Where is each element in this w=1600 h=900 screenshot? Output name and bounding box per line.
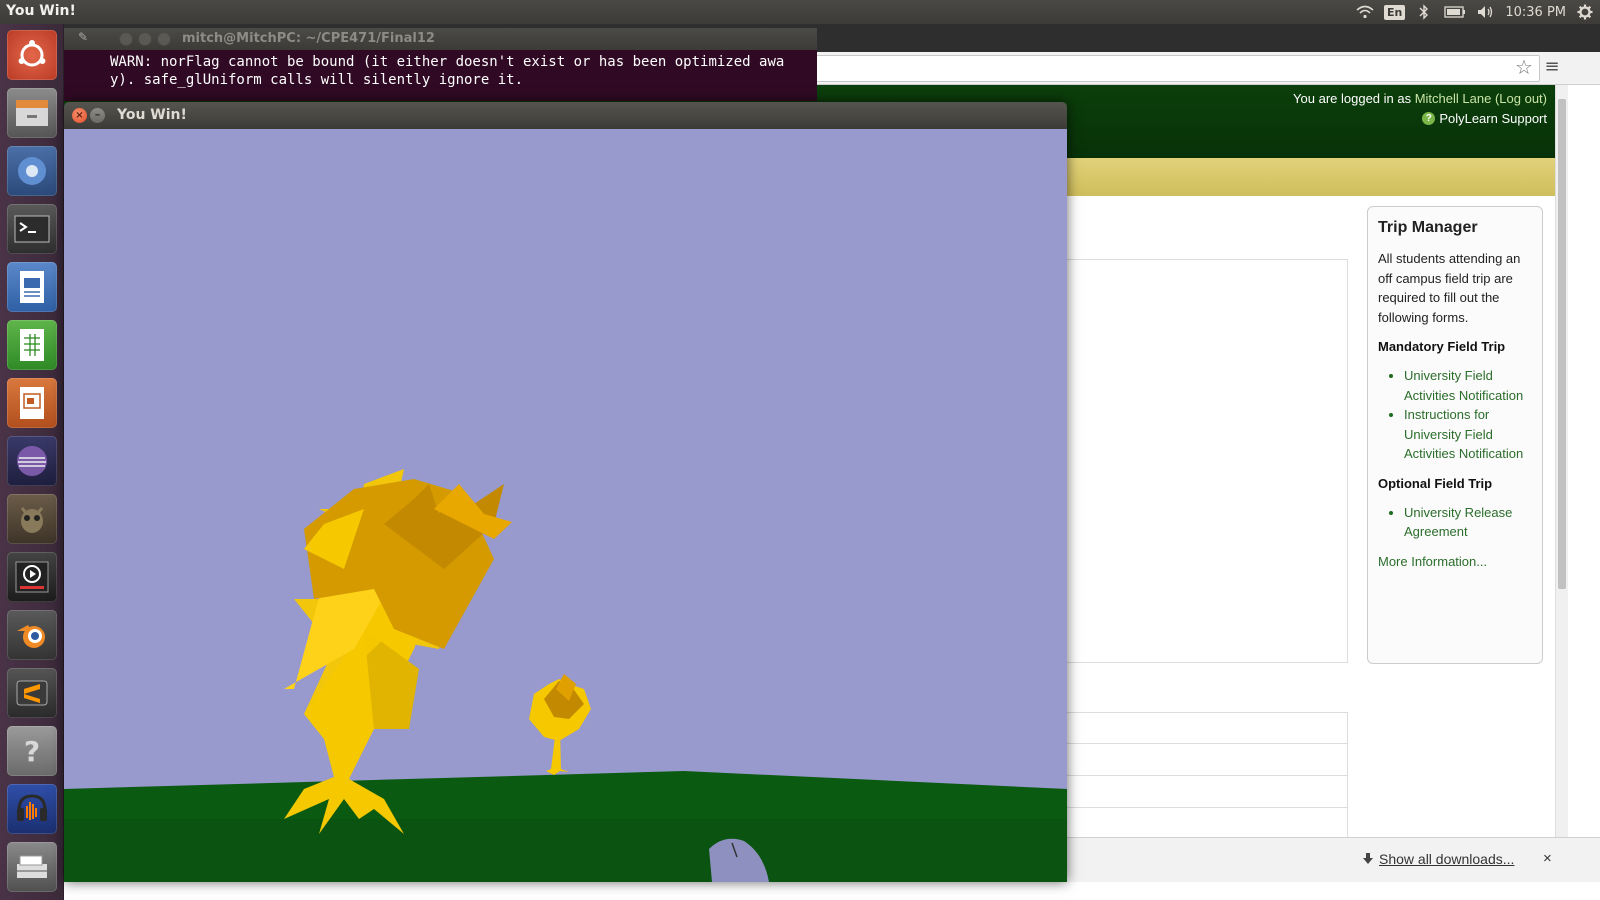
support-link[interactable]: ? PolyLearn Support (1422, 111, 1547, 126)
maximize-icon[interactable] (157, 32, 171, 46)
keyboard-layout-indicator[interactable]: En (1383, 4, 1406, 20)
terminal-icon[interactable] (7, 204, 57, 254)
battery-icon[interactable] (1443, 3, 1467, 21)
ground-shade (64, 819, 1067, 882)
more-information-link[interactable]: More Information... (1378, 554, 1532, 569)
instructions-link[interactable]: Instructions for University Field Activi… (1404, 407, 1523, 461)
table-row (1060, 712, 1348, 744)
page-scrollbar[interactable] (1555, 85, 1568, 837)
audacity-icon[interactable] (7, 784, 57, 834)
gimp-icon[interactable] (7, 494, 57, 544)
blender-icon[interactable] (7, 610, 57, 660)
minimize-icon[interactable]: – (90, 108, 105, 123)
small-tree (529, 674, 591, 775)
top-panel: You Win! En 10:36 PM (0, 0, 1600, 24)
close-icon[interactable] (119, 32, 133, 46)
files-icon[interactable] (7, 88, 57, 138)
field-activities-link[interactable]: University Field Activities Notification (1404, 368, 1523, 403)
optional-links: University Release Agreement (1378, 503, 1532, 542)
sublime-icon[interactable] (7, 668, 57, 718)
impress-icon[interactable] (7, 378, 57, 428)
calc-icon[interactable] (7, 320, 57, 370)
active-window-title: You Win! (6, 3, 76, 19)
close-icon[interactable]: × (1543, 850, 1552, 867)
ubuntu-dash-icon[interactable] (7, 30, 57, 80)
help-icon[interactable]: ? (7, 726, 57, 776)
optional-heading: Optional Field Trip (1378, 475, 1493, 491)
list-item: University Field Activities Notification (1404, 366, 1532, 405)
scanner-icon[interactable] (7, 842, 57, 892)
terminal-tab-icon: ✎ (78, 30, 89, 44)
bluetooth-icon[interactable] (1415, 3, 1433, 21)
close-icon[interactable]: × (72, 108, 87, 123)
scrollbar-thumb[interactable] (1558, 99, 1566, 589)
show-all-downloads-link[interactable]: Show all downloads... (1363, 851, 1514, 867)
trip-manager-block: Trip Manager All students attending an o… (1367, 206, 1543, 664)
table-row (1060, 776, 1348, 808)
table-row (1060, 744, 1348, 776)
wifi-icon[interactable] (1356, 3, 1374, 21)
bookmark-star-icon[interactable]: ☆ (1512, 56, 1536, 80)
trip-manager-intro: All students attending an off campus fie… (1378, 251, 1521, 325)
download-bar: Show all downloads... × (1067, 837, 1600, 882)
terminal-titlebar[interactable]: ✎ mitch@MitchPC: ~/CPE471/Final12 (64, 28, 817, 50)
game-scene (64, 469, 1067, 882)
table-row (1060, 808, 1348, 840)
eclipse-icon[interactable] (7, 436, 57, 486)
writer-icon[interactable] (7, 262, 57, 312)
trip-manager-title: Trip Manager (1378, 219, 1478, 236)
download-icon (1363, 853, 1373, 864)
game-window-title: You Win! (117, 107, 187, 123)
game-window[interactable]: × – You Win! (64, 102, 1067, 882)
clock[interactable]: 10:36 PM (1505, 5, 1566, 20)
terminal-window[interactable]: ✎ mitch@MitchPC: ~/CPE471/Final12 WARN: … (64, 28, 817, 101)
launcher: ? (0, 24, 64, 900)
list-item: University Release Agreement (1404, 503, 1532, 542)
help-icon: ? (1422, 112, 1436, 125)
mandatory-links: University Field Activities Notification… (1378, 366, 1532, 464)
login-info: You are logged in as Mitchell Lane (Log … (1293, 91, 1547, 106)
list-item: Instructions for University Field Activi… (1404, 405, 1532, 464)
game-titlebar[interactable]: × – You Win! (64, 102, 1067, 129)
content-panel (1060, 259, 1348, 663)
game-viewport[interactable] (64, 129, 1067, 882)
user-profile-link[interactable]: Mitchell Lane (1415, 91, 1492, 106)
volume-icon[interactable] (1477, 3, 1495, 21)
release-agreement-link[interactable]: University Release Agreement (1404, 505, 1512, 540)
terminal-title: mitch@MitchPC: ~/CPE471/Final12 (182, 31, 435, 46)
svg-text:?: ? (24, 735, 40, 767)
mandatory-heading: Mandatory Field Trip (1378, 339, 1506, 354)
terminal-output[interactable]: WARN: norFlag cannot be bound (it either… (110, 53, 784, 89)
gear-icon[interactable] (1576, 3, 1594, 21)
media-player-icon[interactable] (7, 552, 57, 602)
minimize-icon[interactable] (138, 32, 152, 46)
chromium-icon[interactable] (7, 146, 57, 196)
system-tray: En 10:36 PM (1356, 0, 1600, 24)
browser-menu-icon[interactable]: ≡ (1542, 56, 1562, 78)
logout-link[interactable]: (Log out) (1495, 91, 1547, 106)
